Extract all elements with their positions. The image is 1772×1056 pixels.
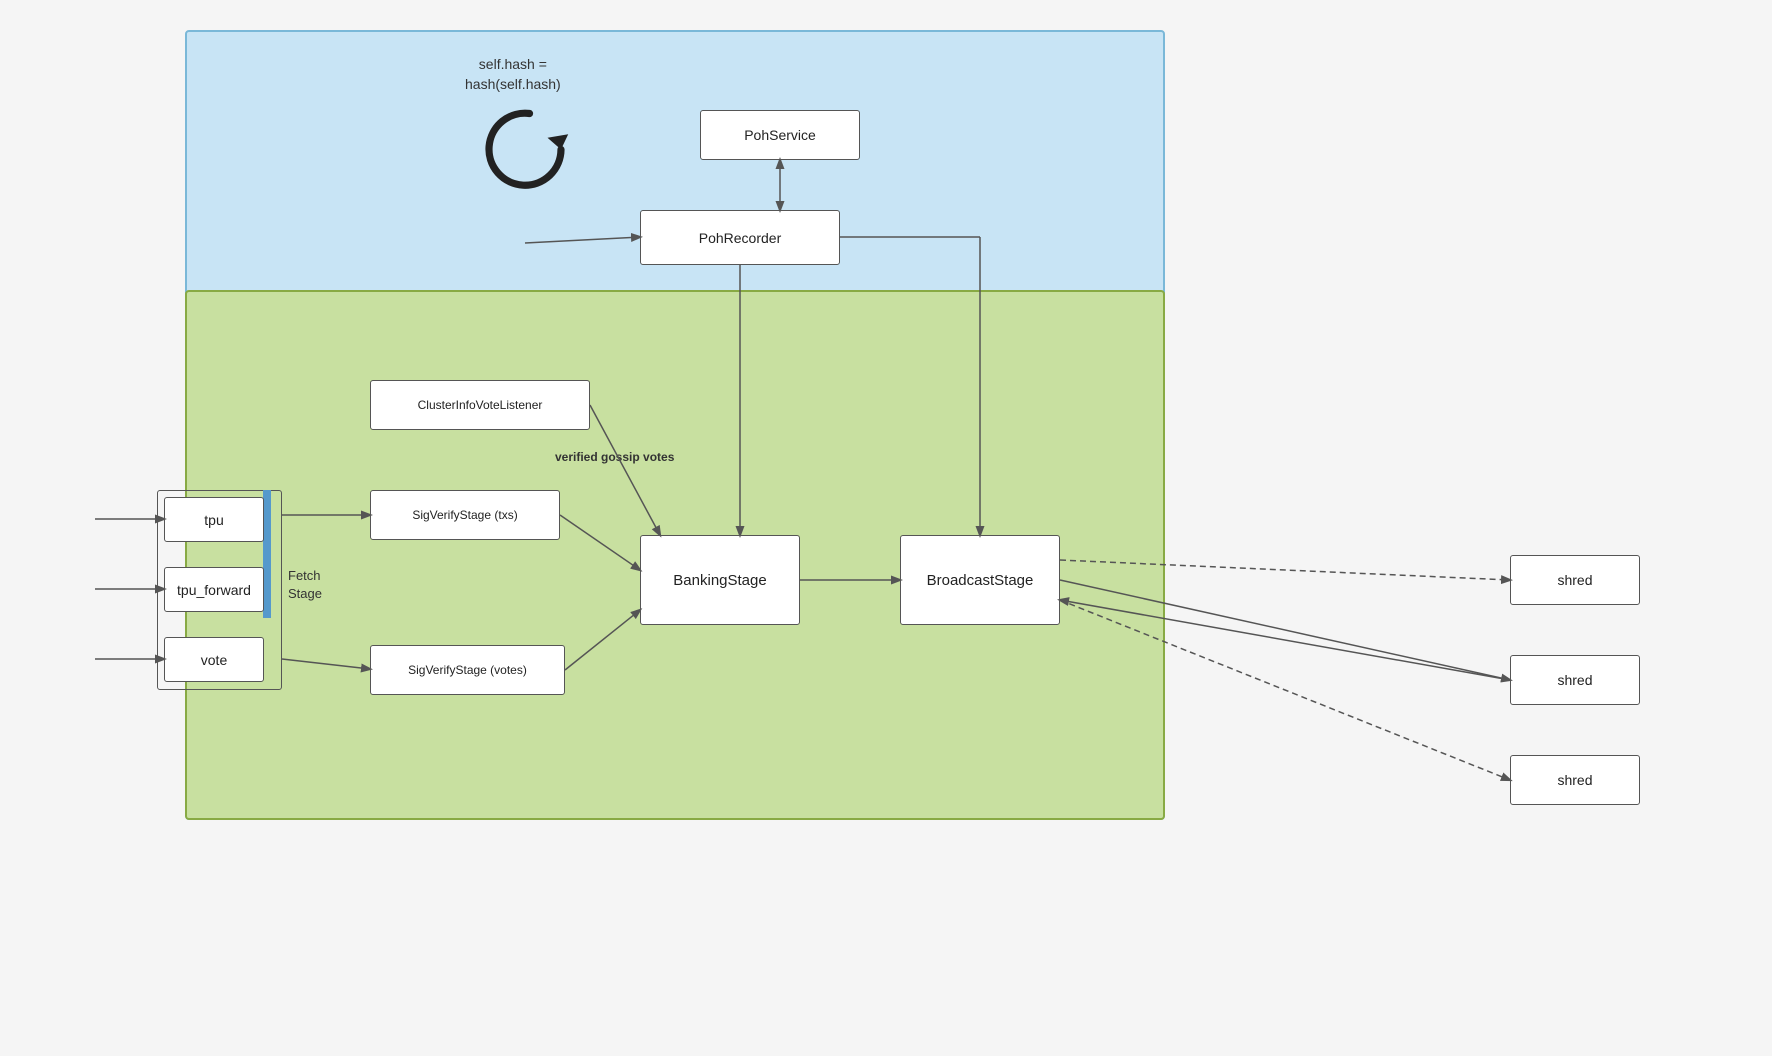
self-hash-label: self.hash = hash(self.hash): [465, 55, 561, 94]
shred-mid-label: shred: [1557, 672, 1592, 688]
broadcast-stage-box: BroadcastStage: [900, 535, 1060, 625]
circular-arrow-icon: [480, 100, 570, 190]
broadcast-stage-label: BroadcastStage: [927, 572, 1034, 589]
vote-label: vote: [201, 652, 227, 668]
poh-service-box: PohService: [700, 110, 860, 160]
tpu-forward-label: tpu_forward: [177, 582, 251, 598]
shred-mid-box: shred: [1510, 655, 1640, 705]
poh-service-label: PohService: [744, 127, 816, 143]
shred-bot-box: shred: [1510, 755, 1640, 805]
blue-bar-connector: [263, 490, 271, 618]
gossip-votes-label: verified gossip votes: [555, 450, 674, 464]
tpu-label: tpu: [204, 512, 223, 528]
diagram-container: self.hash = hash(self.hash) PohService P…: [0, 0, 1772, 1056]
tpu-forward-box: tpu_forward: [164, 567, 264, 612]
sig-verify-txs-box: SigVerifyStage (txs): [370, 490, 560, 540]
banking-stage-box: BankingStage: [640, 535, 800, 625]
cluster-info-box: ClusterInfoVoteListener: [370, 380, 590, 430]
poh-recorder-label: PohRecorder: [699, 230, 782, 246]
poh-recorder-box: PohRecorder: [640, 210, 840, 265]
shred-top-box: shred: [1510, 555, 1640, 605]
vote-box: vote: [164, 637, 264, 682]
shred-bot-label: shred: [1557, 772, 1592, 788]
cluster-info-label: ClusterInfoVoteListener: [418, 398, 543, 412]
shred-top-label: shred: [1557, 572, 1592, 588]
sig-verify-votes-label: SigVerifyStage (votes): [408, 663, 527, 677]
tpu-box: tpu: [164, 497, 264, 542]
sig-verify-votes-box: SigVerifyStage (votes): [370, 645, 565, 695]
sig-verify-txs-label: SigVerifyStage (txs): [412, 508, 517, 522]
fetch-stage-label: Fetch Stage: [288, 567, 322, 603]
banking-stage-label: BankingStage: [673, 572, 766, 589]
